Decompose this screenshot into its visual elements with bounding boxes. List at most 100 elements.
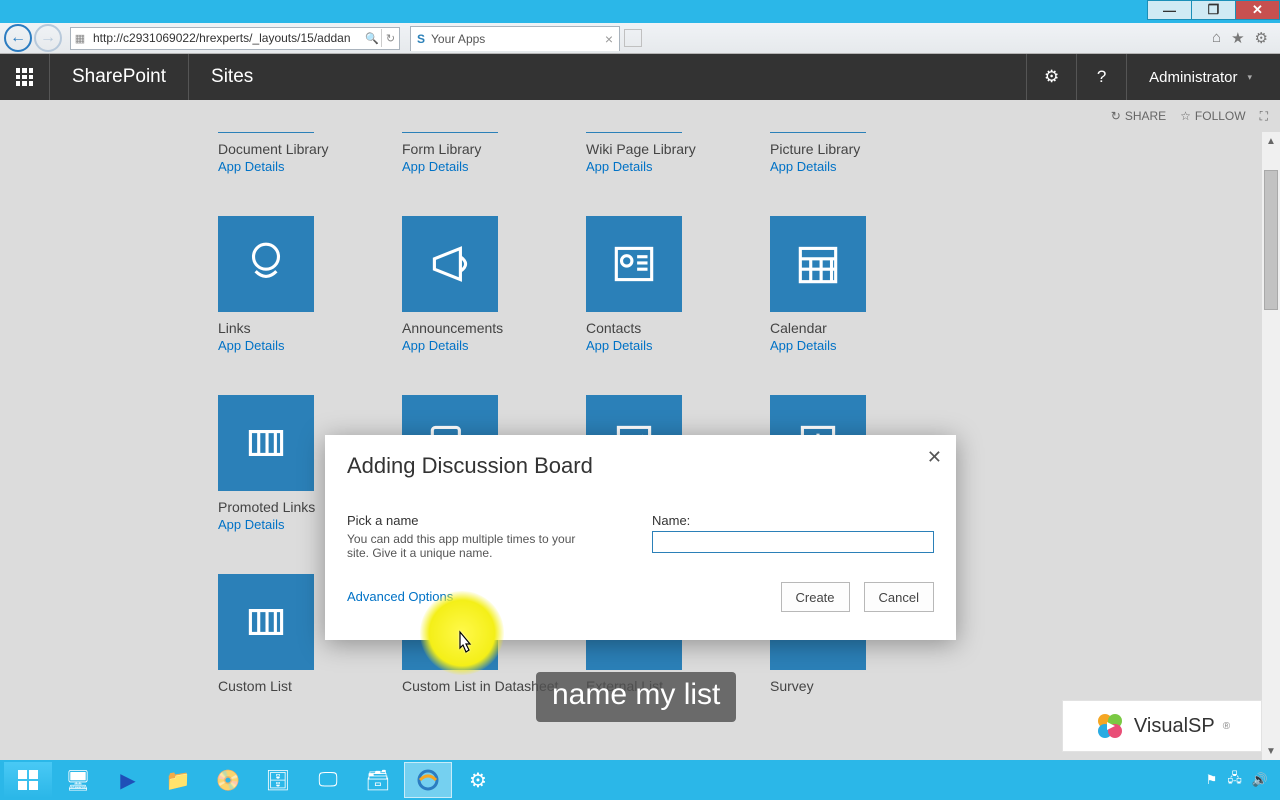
user-name: Administrator [1149,69,1237,86]
spotlight-highlight [420,591,504,675]
app-title: Document Library [218,141,314,157]
forward-button[interactable]: → [34,24,62,52]
cancel-button[interactable]: Cancel [864,582,934,612]
app-form-library[interactable]: Form Library App Details [402,132,498,174]
focus-button[interactable]: ⛶ [1260,109,1268,124]
page-ribbon: ↻ SHARE ☆ FOLLOW ⛶ [0,100,1280,132]
site-icon: ▦ [71,29,89,47]
refresh-icon[interactable]: ↻ [381,29,399,47]
share-button[interactable]: ↻ SHARE [1111,109,1166,123]
tray-sound-icon[interactable]: 🔊 [1252,772,1268,788]
waffle-icon [16,68,34,86]
browser-right-icons: ⌂ ★ ⚙ [1212,29,1276,47]
taskbar-app-3[interactable]: 🖵 [304,762,352,798]
taskbar-app-4[interactable]: 🗃 [354,762,402,798]
window-maximize-button[interactable]: ❐ [1191,0,1236,20]
tile-icon [402,132,498,133]
window-titlebar: — ❐ ✕ [0,0,1280,23]
app-launcher-button[interactable] [0,54,50,100]
taskbar-ie[interactable] [404,762,452,798]
taskbar-app-2[interactable]: 🗄 [254,762,302,798]
tile-icon [218,132,314,133]
follow-button[interactable]: ☆ FOLLOW [1180,109,1245,123]
app-title: Form Library [402,141,498,157]
back-button[interactable]: ← [4,24,32,52]
tab-close-icon[interactable]: × [605,31,613,47]
help-button[interactable]: ? [1076,54,1126,100]
caret-down-icon: ▾ [1247,72,1252,83]
tile-icon [218,395,314,491]
settings-button[interactable]: ⚙ [1026,54,1076,100]
app-picture-library[interactable]: Picture Library App Details [770,132,866,174]
app-details-link[interactable]: App Details [586,159,682,174]
pick-name-heading: Pick a name [347,513,592,528]
app-calendar[interactable]: Calendar App Details [770,216,866,353]
url-text: http://c2931069022/hrexperts/_layouts/15… [89,31,363,45]
tile-icon [218,216,314,312]
tile-icon [770,216,866,312]
scrollbar[interactable]: ▲ ▼ [1262,132,1280,760]
video-caption: name my list [536,672,736,722]
tab-your-apps[interactable]: S Your Apps × [410,26,620,51]
scroll-down-icon[interactable]: ▼ [1266,742,1276,760]
taskbar-explorer[interactable]: 📁 [154,762,202,798]
scroll-thumb[interactable] [1264,170,1278,310]
visualsp-text: VisualSP [1134,715,1215,738]
app-title: Contacts [586,320,682,336]
app-announcements[interactable]: Announcements App Details [402,216,498,353]
add-app-dialog: Adding Discussion Board ✕ Pick a name Yo… [325,435,956,640]
taskbar-app-5[interactable]: ⚙ [454,762,502,798]
home-icon[interactable]: ⌂ [1212,29,1221,47]
tab-strip: S Your Apps × [410,26,642,51]
app-details-link[interactable]: App Details [586,338,682,353]
app-links[interactable]: Links App Details [218,216,314,353]
site-name[interactable]: Sites [189,54,275,100]
suite-bar: SharePoint Sites ⚙ ? Administrator ▾ [0,54,1280,100]
favorites-icon[interactable]: ★ [1231,29,1244,47]
tile-icon [218,574,314,670]
app-title: Links [218,320,314,336]
visualsp-logo-icon [1094,710,1126,742]
app-wiki-library[interactable]: Wiki Page Library App Details [586,132,682,174]
tab-favicon: S [417,32,425,46]
app-details-link[interactable]: App Details [402,338,498,353]
app-details-link[interactable]: App Details [770,338,866,353]
app-details-link[interactable]: App Details [218,517,314,532]
search-icon[interactable]: 🔍 [363,29,381,47]
address-bar[interactable]: ▦ http://c2931069022/hrexperts/_layouts/… [70,27,400,50]
scroll-up-icon[interactable]: ▲ [1266,132,1276,150]
name-label: Name: [652,513,934,528]
taskbar-powershell[interactable]: ▶ [104,762,152,798]
window-minimize-button[interactable]: — [1147,0,1192,20]
product-name[interactable]: SharePoint [50,54,189,100]
dialog-title: Adding Discussion Board [347,453,934,479]
app-promoted-links[interactable]: Promoted Links App Details [218,395,314,532]
user-menu[interactable]: Administrator ▾ [1126,54,1280,100]
system-tray[interactable]: ⚑ 🖧 🔊 [1206,769,1276,791]
app-title: Survey [770,678,866,694]
app-custom-list[interactable]: Custom List [218,574,314,694]
browser-toolbar: ← → ▦ http://c2931069022/hrexperts/_layo… [0,23,1280,54]
window-close-button[interactable]: ✕ [1235,0,1280,20]
share-icon: ↻ [1111,109,1121,123]
app-details-link[interactable]: App Details [402,159,498,174]
tools-icon[interactable]: ⚙ [1255,29,1268,47]
name-input[interactable] [652,531,934,553]
taskbar-server-manager[interactable]: 🖥 [54,762,102,798]
tray-network-icon[interactable]: 🖧 [1227,769,1242,791]
taskbar-app-1[interactable]: 📀 [204,762,252,798]
app-details-link[interactable]: App Details [770,159,866,174]
app-details-link[interactable]: App Details [218,338,314,353]
visualsp-badge: VisualSP® [1062,700,1262,752]
tile-icon [770,132,866,133]
create-button[interactable]: Create [781,582,850,612]
app-document-library[interactable]: Document Library App Details [218,132,314,174]
taskbar: 🖥 ▶ 📁 📀 🗄 🖵 🗃 ⚙ ⚑ 🖧 🔊 [0,760,1280,800]
tray-flag-icon[interactable]: ⚑ [1206,772,1218,788]
dialog-close-button[interactable]: ✕ [927,447,942,468]
app-details-link[interactable]: App Details [218,159,314,174]
start-button[interactable] [4,762,52,798]
app-title: Wiki Page Library [586,141,682,157]
app-contacts[interactable]: Contacts App Details [586,216,682,353]
new-tab-button[interactable] [624,29,642,47]
